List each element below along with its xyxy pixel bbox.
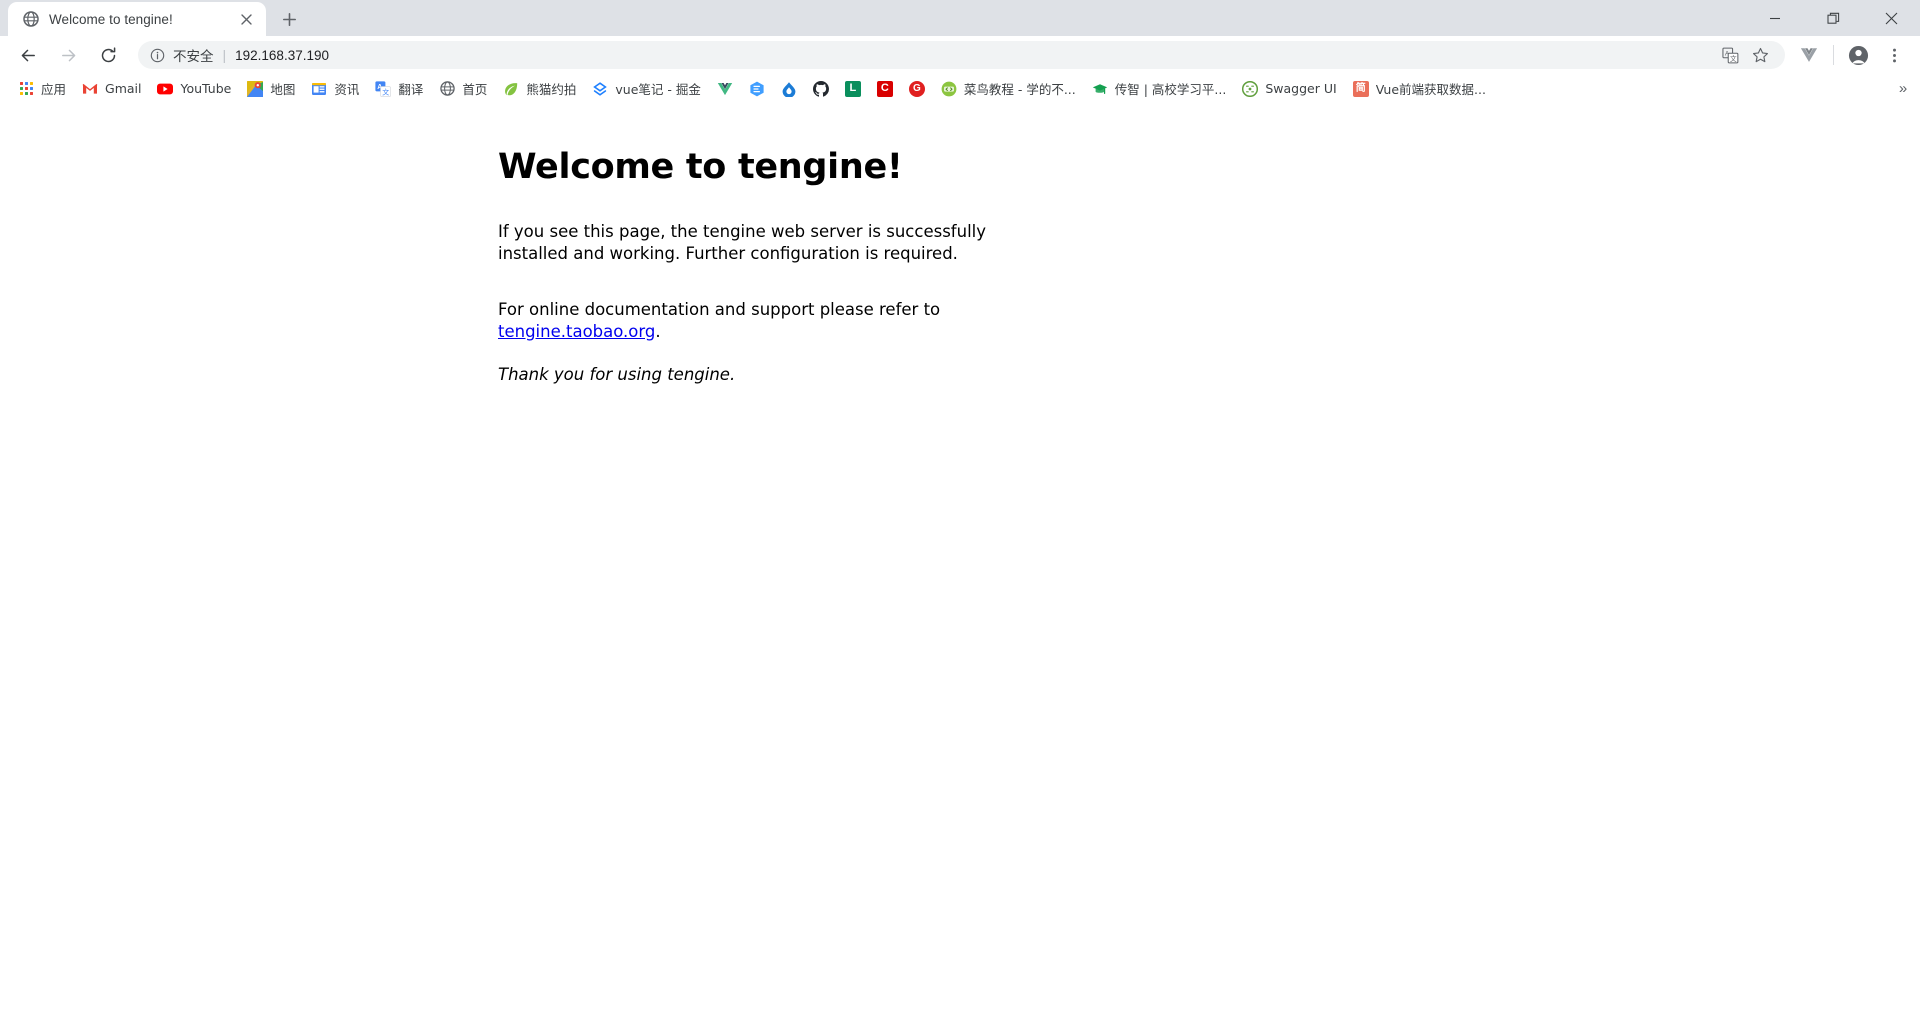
profile-avatar-icon[interactable] bbox=[1843, 40, 1873, 70]
url-text: 192.168.37.190 bbox=[235, 47, 329, 63]
close-icon[interactable] bbox=[236, 9, 256, 29]
globe-icon bbox=[22, 11, 39, 28]
bookmark-vue-fetch-data[interactable]: 简 Vue前端获取数据... bbox=[1345, 77, 1494, 101]
tab-title: Welcome to tengine! bbox=[49, 11, 173, 27]
bookmark-github[interactable] bbox=[805, 77, 837, 101]
apps-grid-icon bbox=[18, 81, 34, 97]
g-red-icon: G bbox=[908, 80, 925, 97]
jianshu-icon: 简 bbox=[1352, 80, 1369, 97]
leaf-icon bbox=[503, 81, 519, 97]
bookmark-vue-notes-juejin[interactable]: vue笔记 - 掘金 bbox=[584, 77, 708, 101]
restore-icon[interactable] bbox=[1804, 0, 1862, 36]
bookmarks-bar: 应用 Gmail YouTube 地图 资讯 A 文 翻译 首页 熊猫约拍 vu… bbox=[0, 74, 1920, 104]
bookmark-label: 首页 bbox=[462, 82, 488, 97]
bookmark-label: 应用 bbox=[41, 82, 67, 97]
page-paragraph-intro: If you see this page, the tengine web se… bbox=[498, 222, 986, 264]
vue-devtools-icon[interactable] bbox=[1794, 40, 1824, 70]
info-circle-icon[interactable] bbox=[148, 46, 166, 64]
bookmark-label: vue笔记 - 掘金 bbox=[615, 82, 701, 97]
youtube-icon bbox=[157, 81, 174, 97]
security-status-text: 不安全 bbox=[173, 49, 214, 65]
github-icon bbox=[812, 80, 829, 97]
runoob-icon bbox=[941, 81, 957, 97]
bookmark-leetcode[interactable]: L bbox=[837, 77, 869, 101]
bookmark-homepage[interactable]: 首页 bbox=[431, 77, 495, 101]
star-icon[interactable] bbox=[1747, 42, 1773, 68]
close-window-icon[interactable] bbox=[1862, 0, 1920, 36]
bookmark-translate[interactable]: A 文 翻译 bbox=[367, 77, 431, 101]
bookmark-label: 熊猫约拍 bbox=[526, 82, 577, 97]
element-ui-icon bbox=[749, 81, 765, 97]
docs-prefix-text: For online documentation and support ple… bbox=[498, 299, 941, 319]
bookmarks-overflow-button[interactable]: » bbox=[1892, 77, 1914, 101]
page-paragraph-docs: For online documentation and support ple… bbox=[498, 299, 1058, 343]
bookmark-maps[interactable]: 地图 bbox=[239, 77, 303, 101]
bookmark-label: Vue前端获取数据... bbox=[1375, 82, 1486, 97]
bookmark-label: YouTube bbox=[180, 81, 232, 96]
omnibox-separator: | bbox=[222, 47, 227, 63]
page-viewport: Welcome to tengine! If you see this page… bbox=[0, 104, 1920, 1030]
bookmark-droplet[interactable] bbox=[773, 77, 805, 101]
back-button[interactable] bbox=[12, 39, 44, 71]
tab-strip: Welcome to tengine! bbox=[0, 0, 1920, 36]
leetcode-l-icon: L bbox=[844, 80, 861, 97]
svg-text:文: 文 bbox=[383, 87, 390, 96]
minimize-icon[interactable] bbox=[1746, 0, 1804, 36]
bookmark-label: 传智 | 高校学习平... bbox=[1114, 82, 1227, 97]
tengine-welcome-page: Welcome to tengine! If you see this page… bbox=[0, 104, 1920, 386]
browser-window: Welcome to tengine! 不安全 | 192.168.37.190… bbox=[0, 0, 1920, 1030]
bookmark-c-red[interactable]: C bbox=[869, 77, 901, 101]
google-news-icon bbox=[311, 81, 327, 97]
bookmark-apps[interactable]: 应用 bbox=[10, 77, 74, 101]
c-red-icon: C bbox=[876, 80, 893, 97]
tengine-docs-link[interactable]: tengine.taobao.org bbox=[498, 322, 655, 341]
globe-icon bbox=[439, 81, 455, 97]
omnibox-actions: A 文 bbox=[1713, 42, 1773, 68]
gmail-icon bbox=[82, 81, 98, 97]
bookmark-gmail[interactable]: Gmail bbox=[74, 77, 149, 101]
browser-toolbar: 不安全 | 192.168.37.190 A 文 bbox=[0, 36, 1920, 74]
translate-icon[interactable]: A 文 bbox=[1717, 42, 1743, 68]
juejin-icon bbox=[592, 81, 608, 97]
page-paragraph-thanks: Thank you for using tengine. bbox=[498, 365, 736, 385]
graduation-cap-icon bbox=[1092, 81, 1108, 97]
bookmark-chuanzhi[interactable]: 传智 | 高校学习平... bbox=[1084, 77, 1235, 101]
google-maps-icon bbox=[247, 80, 264, 97]
bookmark-news[interactable]: 资讯 bbox=[303, 77, 367, 101]
page-title: Welcome to tengine! bbox=[498, 147, 903, 187]
vue-icon bbox=[717, 81, 733, 97]
forward-button[interactable] bbox=[52, 39, 84, 71]
bookmark-swagger-ui[interactable]: Swagger UI bbox=[1234, 77, 1344, 101]
bookmark-panda-yuepai[interactable]: 熊猫约拍 bbox=[495, 77, 584, 101]
bookmark-runoob[interactable]: 菜鸟教程 - 学的不... bbox=[933, 77, 1084, 101]
tab-welcome-to-tengine[interactable]: Welcome to tengine! bbox=[8, 2, 266, 36]
bookmark-label: Gmail bbox=[105, 81, 142, 96]
address-bar[interactable]: 不安全 | 192.168.37.190 A 文 bbox=[138, 41, 1785, 69]
bookmark-label: 资讯 bbox=[334, 82, 360, 97]
droplet-icon bbox=[781, 81, 797, 97]
bookmark-label: Swagger UI bbox=[1265, 81, 1337, 96]
three-dot-menu-icon[interactable] bbox=[1879, 40, 1909, 70]
new-tab-button[interactable] bbox=[274, 4, 304, 34]
bookmark-label: 地图 bbox=[270, 82, 296, 97]
docs-suffix-text: . bbox=[655, 321, 661, 341]
swagger-icon bbox=[1242, 80, 1259, 97]
reload-button[interactable] bbox=[92, 39, 124, 71]
bookmark-label: 菜鸟教程 - 学的不... bbox=[963, 82, 1076, 97]
bookmark-element-ui[interactable] bbox=[741, 77, 773, 101]
bookmark-g-red[interactable]: G bbox=[901, 77, 933, 101]
bookmark-vue[interactable] bbox=[709, 77, 741, 101]
toolbar-divider bbox=[1833, 45, 1834, 65]
svg-text:文: 文 bbox=[1730, 53, 1737, 62]
google-translate-icon: A 文 bbox=[375, 80, 392, 97]
bookmark-label: 翻译 bbox=[398, 82, 424, 97]
bookmark-youtube[interactable]: YouTube bbox=[149, 77, 239, 101]
window-controls bbox=[1746, 0, 1920, 36]
